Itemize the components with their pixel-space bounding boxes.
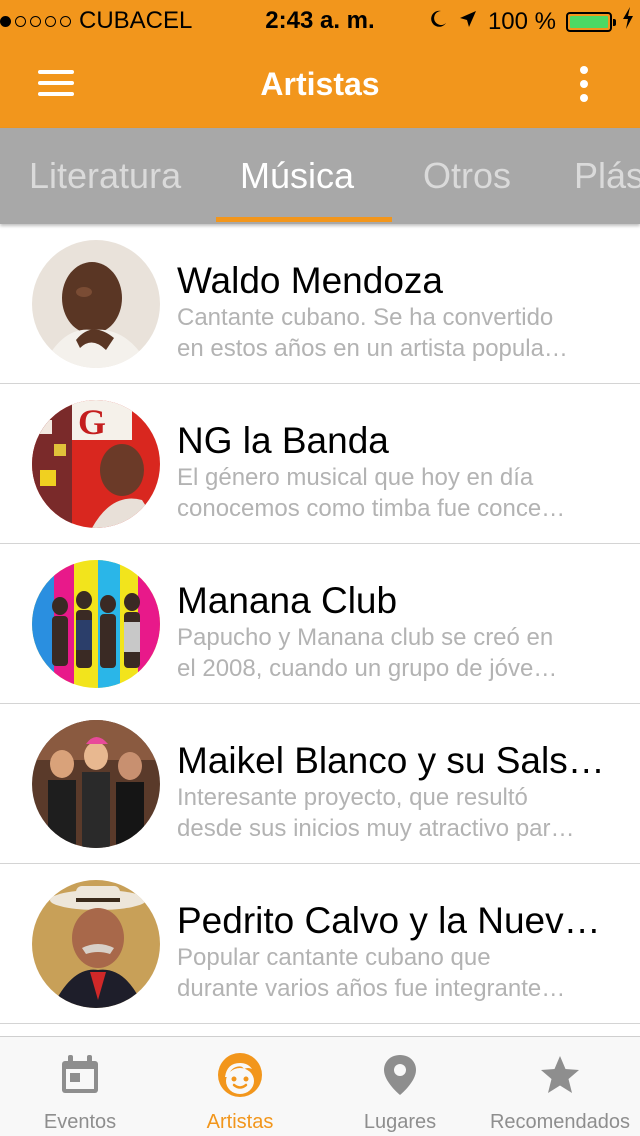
status-bar: CUBACEL 2:43 a. m. 100 % (0, 0, 640, 40)
more-vertical-icon[interactable] (570, 64, 598, 104)
artist-list: Waldo Mendoza Cantante cubano. Se ha con… (0, 224, 640, 1036)
smiley-face-icon (218, 1053, 262, 1097)
nav-artistas[interactable]: Artistas (160, 1037, 320, 1136)
list-item[interactable]: Manana Club Papucho y Manana club se cre… (0, 544, 640, 704)
artist-avatar (32, 880, 160, 1008)
bottom-navigation: Eventos Artistas Lugares Recomendados (0, 1036, 640, 1136)
artist-description-line: Popular cantante cubano que (177, 944, 491, 971)
tab-literatura[interactable]: Literatura (29, 128, 181, 224)
list-item[interactable]: G NG la Banda El género musical que hoy … (0, 384, 640, 544)
artist-name: Waldo Mendoza (177, 260, 443, 301)
artist-name: Maikel Blanco y su Sals… (177, 740, 605, 781)
battery-percentage: 100 % (487, 7, 556, 35)
artist-avatar (32, 720, 160, 848)
artist-description-line: Papucho y Manana club se creó en (177, 624, 554, 651)
nav-lugares[interactable]: Lugares (320, 1037, 480, 1136)
nav-label: Eventos (43, 1111, 117, 1133)
artist-name: NG la Banda (177, 420, 389, 461)
tab-musica[interactable]: Música (240, 128, 354, 224)
nav-eventos[interactable]: Eventos (0, 1037, 160, 1136)
artist-avatar (32, 240, 160, 368)
nav-label: Artistas (206, 1111, 274, 1133)
app-bar: Artistas (0, 40, 640, 128)
svg-text:G: G (78, 402, 106, 442)
artist-description: Cantante cubano. Se ha convertido en est… (177, 302, 622, 364)
battery-level-fill (570, 15, 608, 28)
status-right-group: 100 % (428, 7, 634, 36)
artist-avatar (32, 560, 160, 688)
list-item[interactable]: Maikel Blanco y su Sals… Interesante pro… (0, 704, 640, 864)
artist-description-line: Cantante cubano. Se ha convertido (177, 304, 554, 331)
nav-label: Recomendados (489, 1111, 631, 1133)
artist-description-line: El género musical que hoy en día (177, 464, 534, 491)
battery-icon (566, 11, 616, 32)
artist-description: Papucho y Manana club se creó en el 2008… (177, 622, 622, 684)
artist-name: Manana Club (177, 580, 398, 621)
page-title: Artistas (260, 66, 380, 102)
artist-description-line: conocemos como timba fue conce… (177, 495, 566, 522)
artist-description-line: desde sus inicios muy atractivo par… (177, 815, 575, 842)
nav-label: Lugares (363, 1111, 437, 1133)
charging-bolt-icon (622, 7, 634, 36)
nav-recomendados[interactable]: Recomendados (480, 1037, 640, 1136)
artist-description-line: en estos años en un artista popula… (177, 335, 568, 362)
calendar-icon (58, 1053, 102, 1097)
artist-description-line: durante varios años fue integrante… (177, 975, 566, 1002)
location-arrow-icon (458, 8, 478, 36)
artist-avatar: G (32, 400, 160, 528)
artist-description: Interesante proyecto, que resultó desde … (177, 782, 622, 844)
artist-description: Popular cantante cubano que durante vari… (177, 942, 622, 1004)
category-tabs: Literatura Música Otros Plás (0, 128, 640, 224)
tab-plastica[interactable]: Plás (574, 128, 640, 224)
list-item[interactable]: Pedrito Calvo y la Nuev… Popular cantant… (0, 864, 640, 1024)
list-item[interactable]: Waldo Mendoza Cantante cubano. Se ha con… (0, 224, 640, 384)
artist-name: Pedrito Calvo y la Nuev… (177, 900, 601, 941)
battery-tip (613, 18, 616, 26)
selected-tab-indicator (216, 217, 392, 222)
artist-description: El género musical que hoy en día conocem… (177, 462, 622, 524)
artist-description-line: Interesante proyecto, que resultó (177, 784, 528, 811)
artist-description-line: el 2008, cuando un grupo de jóve… (177, 655, 558, 682)
tab-otros[interactable]: Otros (423, 128, 511, 224)
hamburger-menu-icon[interactable] (38, 70, 74, 96)
star-icon (538, 1053, 582, 1097)
map-pin-icon (378, 1053, 422, 1097)
moon-icon (428, 8, 448, 36)
